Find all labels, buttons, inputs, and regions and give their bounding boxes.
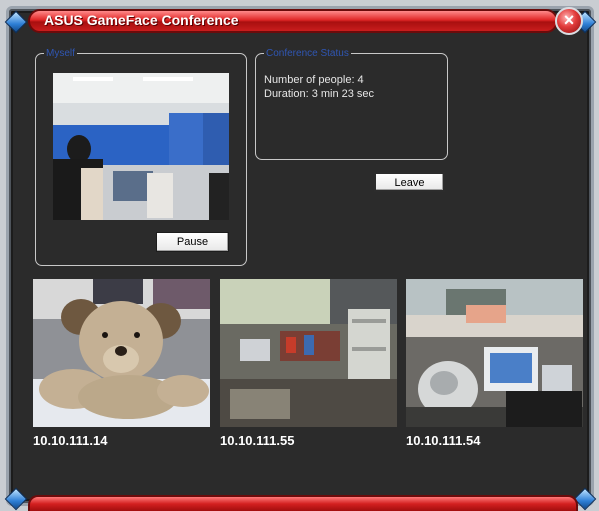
- people-count: Number of people: 4: [264, 74, 364, 86]
- participant-ip: 10.10.111.54: [406, 433, 481, 448]
- bottom-bar: [28, 495, 578, 511]
- conference-duration: Duration: 3 min 23 sec: [264, 88, 375, 100]
- myself-legend: Myself: [46, 48, 75, 59]
- pause-button[interactable]: Pause: [156, 232, 229, 252]
- self-video-image: [53, 73, 229, 220]
- conference-status-legend: Conference Status: [266, 48, 349, 59]
- close-icon: ×: [563, 10, 575, 30]
- participant-ip: 10.10.111.14: [33, 433, 108, 448]
- participant-video-image: [220, 279, 397, 427]
- window-title: ASUS GameFace Conference: [44, 12, 239, 28]
- participant-video-image: [406, 279, 583, 427]
- self-video-preview: [53, 73, 229, 220]
- participant-video: [220, 279, 397, 427]
- participant-video: [406, 279, 583, 427]
- participant-video: [33, 279, 210, 427]
- leave-button[interactable]: Leave: [374, 172, 445, 192]
- close-button[interactable]: ×: [555, 7, 583, 35]
- participant-ip: 10.10.111.55: [220, 433, 295, 448]
- participant-video-image: [33, 279, 210, 427]
- conference-status-group: Conference Status: [255, 48, 448, 160]
